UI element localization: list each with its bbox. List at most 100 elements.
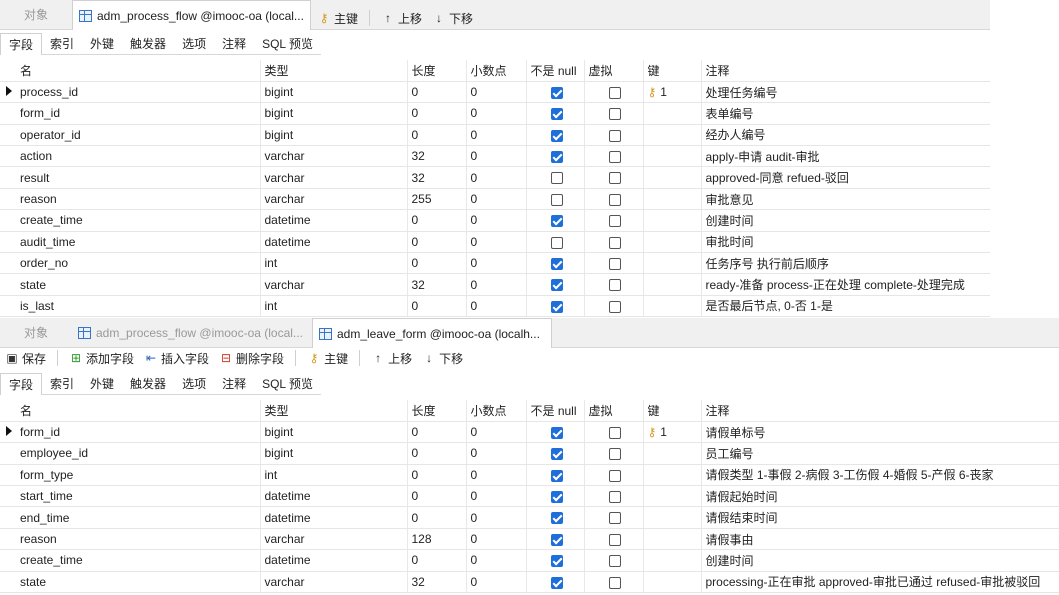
field-decimals-cell[interactable]: 0 bbox=[466, 295, 527, 318]
field-type-cell[interactable]: varchar bbox=[260, 188, 408, 211]
column-header-key[interactable]: 键 bbox=[643, 60, 702, 82]
tab-adm-process-flow[interactable]: adm_process_flow @imooc-oa (local... bbox=[72, 318, 312, 348]
table-row[interactable]: form_id bigint 0 0 ⚷ 1 请假单标号 bbox=[0, 421, 1059, 444]
table-row[interactable]: create_time datetime 0 0 创建时间 bbox=[0, 209, 990, 232]
field-comment-cell[interactable]: 创建时间 bbox=[701, 549, 1059, 572]
not-null-checkbox[interactable] bbox=[550, 236, 563, 249]
field-decimals-cell[interactable]: 0 bbox=[466, 273, 527, 296]
field-name-cell[interactable]: start_time bbox=[16, 485, 261, 508]
field-name-cell[interactable]: create_time bbox=[16, 209, 261, 232]
key-cell[interactable] bbox=[643, 102, 702, 125]
field-length-cell[interactable]: 0 bbox=[407, 252, 467, 275]
virtual-checkbox[interactable] bbox=[608, 151, 621, 164]
field-type-cell[interactable]: varchar bbox=[260, 571, 408, 594]
field-decimals-cell[interactable]: 0 bbox=[466, 421, 527, 444]
column-header-type[interactable]: 类型 bbox=[260, 400, 408, 422]
key-cell[interactable] bbox=[643, 464, 702, 487]
tab-fields[interactable]: 字段 bbox=[0, 33, 43, 55]
field-comment-cell[interactable]: approved-同意 refued-驳回 bbox=[701, 166, 990, 189]
key-cell[interactable] bbox=[643, 485, 702, 508]
field-length-cell[interactable]: 32 bbox=[407, 273, 467, 296]
virtual-checkbox[interactable] bbox=[608, 491, 621, 504]
tab-comments[interactable]: 注释 bbox=[214, 373, 254, 395]
field-comment-cell[interactable]: 员工编号 bbox=[701, 442, 1059, 465]
move-down-button[interactable]: ↓ 下移 bbox=[427, 7, 478, 29]
key-cell[interactable] bbox=[643, 549, 702, 572]
virtual-checkbox[interactable] bbox=[608, 86, 621, 99]
save-button[interactable]: ▣ 保存 bbox=[0, 347, 51, 369]
field-length-cell[interactable]: 0 bbox=[407, 209, 467, 232]
key-cell[interactable] bbox=[643, 145, 702, 168]
field-comment-cell[interactable]: 请假起始时间 bbox=[701, 485, 1059, 508]
table-row[interactable]: start_time datetime 0 0 请假起始时间 bbox=[0, 485, 1059, 508]
tab-triggers[interactable]: 触发器 bbox=[122, 373, 174, 395]
field-length-cell[interactable]: 0 bbox=[407, 549, 467, 572]
field-type-cell[interactable]: varchar bbox=[260, 528, 408, 551]
column-header-length[interactable]: 长度 bbox=[407, 60, 467, 82]
virtual-checkbox[interactable] bbox=[608, 469, 621, 482]
move-down-button[interactable]: ↓ 下移 bbox=[417, 347, 468, 369]
field-length-cell[interactable]: 255 bbox=[407, 188, 467, 211]
field-decimals-cell[interactable]: 0 bbox=[466, 124, 527, 147]
column-header-not-null[interactable]: 不是 null bbox=[526, 60, 585, 82]
field-decimals-cell[interactable]: 0 bbox=[466, 231, 527, 254]
move-up-button[interactable]: ↑ 上移 bbox=[376, 7, 427, 29]
field-name-cell[interactable]: state bbox=[16, 273, 261, 296]
not-null-checkbox[interactable] bbox=[550, 300, 563, 313]
virtual-checkbox[interactable] bbox=[608, 215, 621, 228]
key-cell[interactable] bbox=[643, 295, 702, 318]
field-decimals-cell[interactable]: 0 bbox=[466, 81, 527, 104]
table-row[interactable]: audit_time datetime 0 0 审批时间 bbox=[0, 231, 990, 254]
move-up-button[interactable]: ↑ 上移 bbox=[366, 347, 417, 369]
field-length-cell[interactable]: 0 bbox=[407, 102, 467, 125]
not-null-checkbox[interactable] bbox=[550, 555, 563, 568]
field-length-cell[interactable]: 0 bbox=[407, 295, 467, 318]
tab-adm-process-flow[interactable]: adm_process_flow @imooc-oa (local... bbox=[72, 0, 311, 30]
field-type-cell[interactable]: datetime bbox=[260, 231, 408, 254]
virtual-checkbox[interactable] bbox=[608, 300, 621, 313]
key-cell[interactable] bbox=[643, 231, 702, 254]
field-type-cell[interactable]: varchar bbox=[260, 166, 408, 189]
column-header-comment[interactable]: 注释 bbox=[701, 400, 1059, 422]
not-null-checkbox[interactable] bbox=[550, 491, 563, 504]
field-decimals-cell[interactable]: 0 bbox=[466, 528, 527, 551]
field-comment-cell[interactable]: 处理任务编号 bbox=[701, 81, 990, 104]
table-row[interactable]: state varchar 32 0 processing-正在审批 approved-… bbox=[0, 571, 1059, 594]
key-cell[interactable]: ⚷ 1 bbox=[643, 421, 702, 444]
field-length-cell[interactable]: 0 bbox=[407, 231, 467, 254]
virtual-checkbox[interactable] bbox=[608, 258, 621, 271]
field-type-cell[interactable]: bigint bbox=[260, 102, 408, 125]
table-row[interactable]: order_no int 0 0 任务序号 执行前后顺序 bbox=[0, 252, 990, 275]
field-type-cell[interactable]: datetime bbox=[260, 485, 408, 508]
field-comment-cell[interactable]: 任务序号 执行前后顺序 bbox=[701, 252, 990, 275]
field-decimals-cell[interactable]: 0 bbox=[466, 571, 527, 594]
tab-sql-preview[interactable]: SQL 预览 bbox=[254, 373, 321, 395]
virtual-checkbox[interactable] bbox=[608, 426, 621, 439]
virtual-checkbox[interactable] bbox=[608, 129, 621, 142]
not-null-checkbox[interactable] bbox=[550, 108, 563, 121]
not-null-checkbox[interactable] bbox=[550, 533, 563, 546]
field-decimals-cell[interactable]: 0 bbox=[466, 549, 527, 572]
field-name-cell[interactable]: audit_time bbox=[16, 231, 261, 254]
primary-key-button[interactable]: ⚷ 主键 bbox=[312, 7, 363, 29]
field-name-cell[interactable]: operator_id bbox=[16, 124, 261, 147]
field-name-cell[interactable]: order_no bbox=[16, 252, 261, 275]
field-type-cell[interactable]: bigint bbox=[260, 442, 408, 465]
key-cell[interactable] bbox=[643, 571, 702, 594]
not-null-checkbox[interactable] bbox=[550, 151, 563, 164]
tab-objects[interactable]: 对象 bbox=[0, 318, 72, 348]
tab-options[interactable]: 选项 bbox=[174, 33, 214, 55]
field-length-cell[interactable]: 0 bbox=[407, 442, 467, 465]
table-row[interactable]: form_type int 0 0 请假类型 1-事假 2-病假 3-工伤假 4-婚假 … bbox=[0, 464, 1059, 487]
tab-indexes[interactable]: 索引 bbox=[42, 373, 82, 395]
column-header-name[interactable]: 名 bbox=[16, 400, 261, 422]
field-comment-cell[interactable]: 是否最后节点, 0-否 1-是 bbox=[701, 295, 990, 318]
field-comment-cell[interactable]: 请假类型 1-事假 2-病假 3-工伤假 4-婚假 5-产假 6-丧家 bbox=[701, 464, 1059, 487]
field-decimals-cell[interactable]: 0 bbox=[466, 252, 527, 275]
field-type-cell[interactable]: int bbox=[260, 252, 408, 275]
field-type-cell[interactable]: datetime bbox=[260, 549, 408, 572]
table-row[interactable]: state varchar 32 0 ready-准备 process-正在处理 com… bbox=[0, 273, 990, 296]
field-length-cell[interactable]: 0 bbox=[407, 421, 467, 444]
key-cell[interactable] bbox=[643, 209, 702, 232]
table-row[interactable]: reason varchar 128 0 请假事由 bbox=[0, 528, 1059, 551]
